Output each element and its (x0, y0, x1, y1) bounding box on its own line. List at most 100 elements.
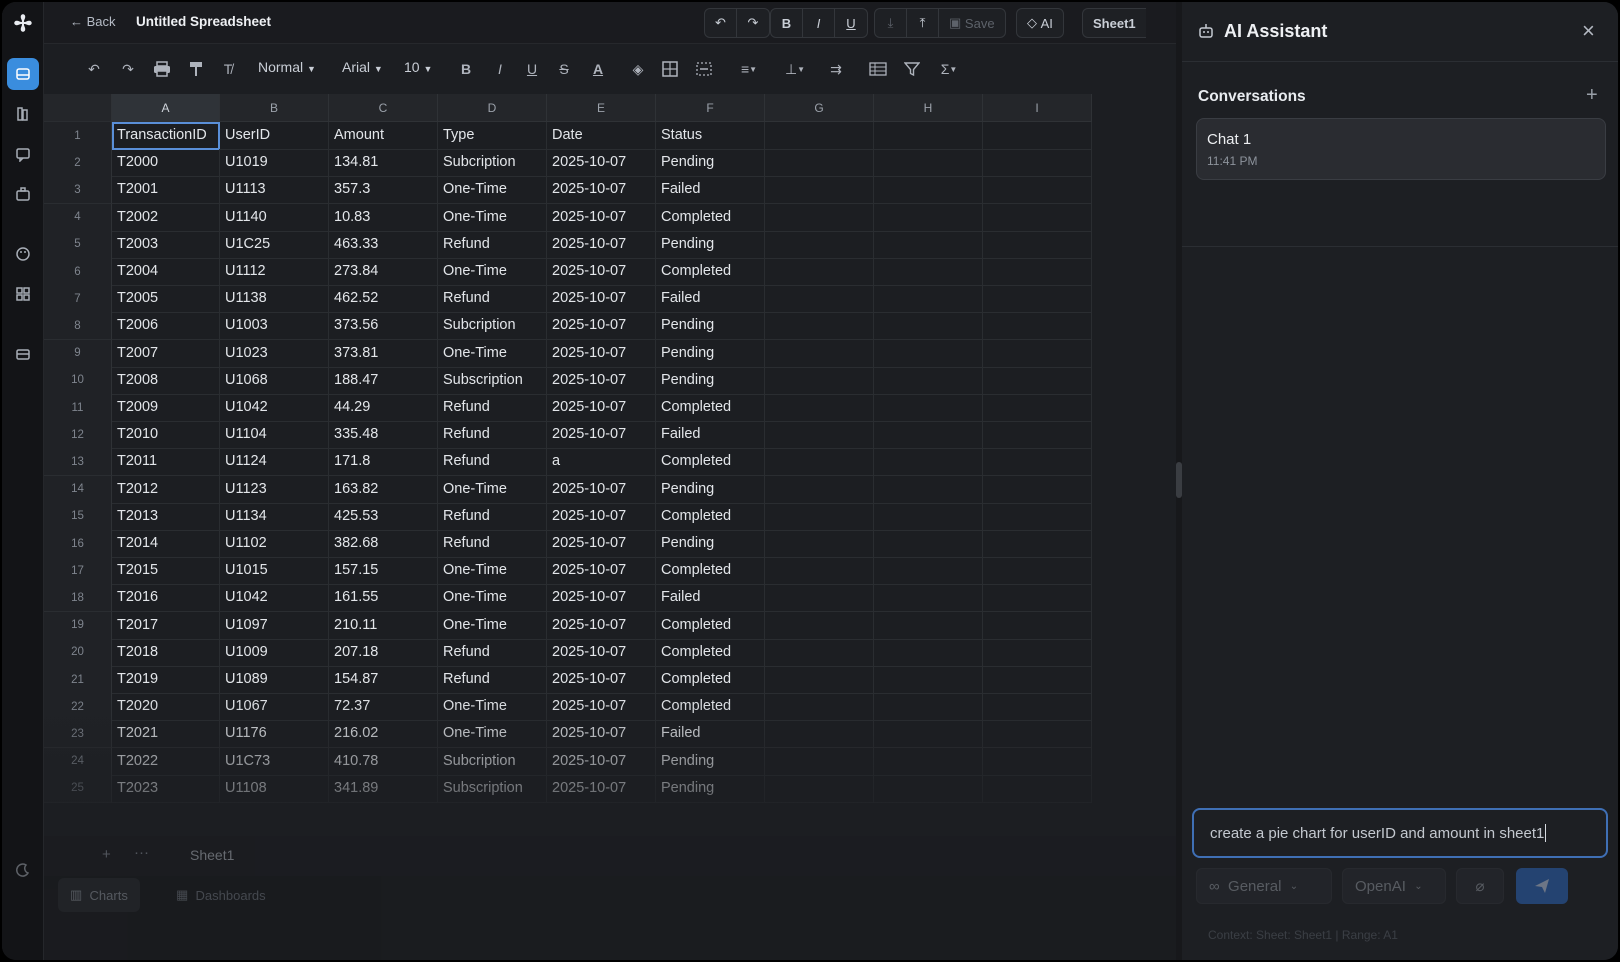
table-cell[interactable]: Completed (656, 638, 765, 667)
table-cell[interactable]: 410.78 (329, 747, 438, 776)
empty-cell[interactable] (765, 122, 874, 150)
table-cell[interactable]: Completed (656, 394, 765, 422)
column-header-b[interactable]: B (220, 94, 329, 122)
table-cell[interactable]: 2025-10-07 (547, 502, 656, 531)
table-cell[interactable]: U1019 (220, 149, 329, 178)
table-cell[interactable]: U1102 (220, 530, 329, 558)
table-cell[interactable]: U1068 (220, 366, 329, 395)
undo-icon[interactable]: ↶ (705, 9, 737, 37)
spreadsheet-grid[interactable]: A B C D E F G H I 1 TransactionID UserID Amount Type D… (44, 94, 1176, 836)
column-header-d[interactable]: D (438, 94, 547, 122)
table-cell[interactable]: Pending (656, 149, 765, 178)
column-header-h[interactable]: H (874, 94, 983, 122)
table-cell[interactable]: Failed (656, 584, 765, 613)
empty-cell[interactable] (765, 720, 874, 749)
row-header[interactable]: 18 (44, 584, 112, 613)
table-cell[interactable]: 462.52 (329, 285, 438, 314)
table-cell[interactable]: T2022 (112, 747, 220, 776)
table-cell[interactable]: 2025-10-07 (547, 666, 656, 694)
table-cell[interactable]: 2025-10-07 (547, 203, 656, 232)
table-cell[interactable]: Pending (656, 475, 765, 504)
column-header-c[interactable]: C (329, 94, 438, 122)
table-cell[interactable]: Refund (438, 394, 547, 422)
table-cell[interactable]: U1134 (220, 502, 329, 531)
empty-cell[interactable] (983, 421, 1092, 450)
row-header[interactable]: 3 (44, 176, 112, 205)
empty-cell[interactable] (983, 611, 1092, 640)
library-nav-icon[interactable] (7, 98, 39, 130)
fill-color-icon[interactable]: ◈ (628, 58, 648, 80)
table-cell[interactable]: T2002 (112, 203, 220, 232)
empty-cell[interactable] (765, 666, 874, 694)
empty-cell[interactable] (874, 203, 983, 232)
empty-cell[interactable] (874, 502, 983, 531)
table-cell[interactable]: Failed (656, 421, 765, 450)
table-cell[interactable]: T2019 (112, 666, 220, 694)
table-cell[interactable]: U1C25 (220, 230, 329, 259)
export-icon[interactable]: ⤒ (907, 9, 939, 37)
row-header[interactable]: 14 (44, 475, 112, 504)
table-cell[interactable]: T2006 (112, 312, 220, 341)
empty-cell[interactable] (874, 312, 983, 341)
empty-cell[interactable] (874, 258, 983, 286)
table-cell[interactable]: 171.8 (329, 448, 438, 477)
table-cell[interactable]: 2025-10-07 (547, 394, 656, 422)
table-cell[interactable]: T2021 (112, 720, 220, 749)
sheets-nav-icon[interactable] (7, 58, 39, 90)
empty-cell[interactable] (874, 747, 983, 776)
table-cell[interactable]: One-Time (438, 339, 547, 368)
table-cell[interactable]: U1C73 (220, 747, 329, 776)
table-cell[interactable]: 2025-10-07 (547, 176, 656, 205)
redo-icon[interactable]: ↷ (737, 9, 769, 37)
table-cell[interactable]: 2025-10-07 (547, 149, 656, 178)
header-cell[interactable]: Date (547, 122, 656, 150)
merge-cells-icon[interactable] (694, 58, 714, 80)
send-button[interactable] (1516, 868, 1568, 904)
charts-tab[interactable]: ▥ Charts (58, 878, 140, 912)
table-cell[interactable]: Subscription (438, 366, 547, 395)
strikethrough-icon[interactable]: S (554, 58, 574, 80)
import-icon[interactable]: ⤓ (875, 9, 907, 37)
table-cell[interactable]: 2025-10-07 (547, 285, 656, 314)
table-cell[interactable]: Pending (656, 230, 765, 259)
ai-button[interactable]: ◇ AI (1017, 9, 1063, 37)
sum-function-icon[interactable]: Σ ▼ (932, 58, 966, 80)
empty-cell[interactable] (874, 176, 983, 205)
row-header[interactable]: 19 (44, 611, 112, 640)
row-header[interactable]: 23 (44, 720, 112, 749)
underline-icon[interactable]: U (522, 58, 542, 80)
table-cell[interactable]: Completed (656, 557, 765, 586)
table-cell[interactable]: 373.81 (329, 339, 438, 368)
table-cell[interactable]: 2025-10-07 (547, 475, 656, 504)
table-cell[interactable]: T2000 (112, 149, 220, 178)
empty-cell[interactable] (874, 693, 983, 722)
table-cell[interactable]: U1124 (220, 448, 329, 477)
font-select[interactable]: Arial ▼ (342, 59, 383, 75)
chat-nav-icon[interactable] (7, 138, 39, 170)
empty-cell[interactable] (765, 394, 874, 422)
table-cell[interactable]: T2007 (112, 339, 220, 368)
table-cell[interactable]: T2009 (112, 394, 220, 422)
add-sheet-icon[interactable]: + (102, 846, 111, 863)
table-cell[interactable]: 2025-10-07 (547, 638, 656, 667)
table-cell[interactable]: a (547, 448, 656, 477)
table-cell[interactable]: Failed (656, 720, 765, 749)
table-cell[interactable]: 2025-10-07 (547, 339, 656, 368)
row-header[interactable]: 5 (44, 230, 112, 259)
table-cell[interactable]: U1097 (220, 611, 329, 640)
row-header[interactable]: 17 (44, 557, 112, 586)
row-header[interactable]: 22 (44, 693, 112, 722)
header-cell[interactable]: Type (438, 122, 547, 150)
table-cell[interactable]: 2025-10-07 (547, 747, 656, 776)
table-cell[interactable]: Subcription (438, 747, 547, 776)
table-cell[interactable]: Refund (438, 230, 547, 259)
table-cell[interactable]: 2025-10-07 (547, 312, 656, 341)
table-cell[interactable]: 163.82 (329, 475, 438, 504)
empty-cell[interactable] (983, 312, 1092, 341)
save-button[interactable]: ▣ Save (939, 9, 1005, 37)
conversation-item[interactable]: Chat 1 11:41 PM (1196, 118, 1606, 180)
empty-cell[interactable] (765, 230, 874, 259)
empty-cell[interactable] (765, 502, 874, 531)
table-cell[interactable]: Failed (656, 176, 765, 205)
empty-cell[interactable] (983, 530, 1092, 558)
